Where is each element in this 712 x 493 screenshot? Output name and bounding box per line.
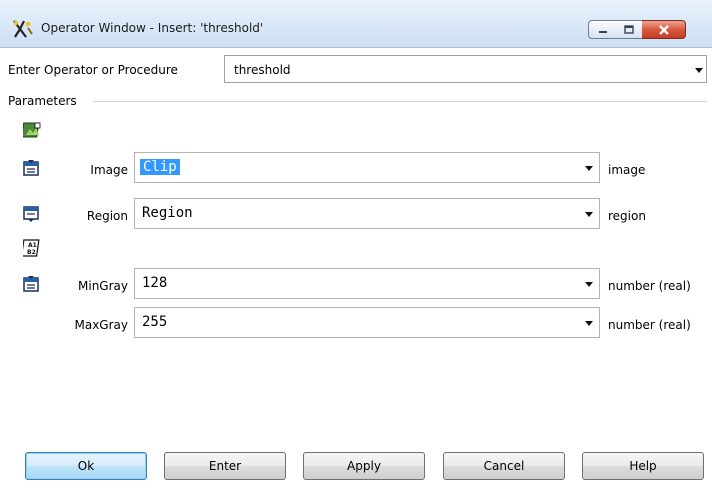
operator-combobox[interactable]: threshold: [224, 55, 707, 83]
svg-text:B2: B2: [27, 249, 36, 256]
maxgray-param-type: number (real): [608, 318, 691, 332]
region-param-label: Region: [86, 209, 128, 223]
iconic-objects-icon: [23, 122, 41, 138]
region-param-value: Region: [142, 205, 193, 221]
output-iconic-icon: [23, 206, 39, 222]
mingray-param-label: MinGray: [78, 279, 128, 293]
mingray-param-value: 128: [142, 275, 168, 291]
maxgray-param-value: 255: [142, 314, 168, 330]
chevron-down-icon[interactable]: [585, 212, 593, 217]
close-button[interactable]: [642, 20, 686, 39]
control-parameters-icon: A1 B2: [23, 239, 40, 257]
minimize-icon: [598, 30, 607, 33]
chevron-down-icon[interactable]: [695, 68, 703, 73]
svg-text:A1: A1: [28, 242, 37, 249]
chevron-down-icon[interactable]: [585, 321, 593, 326]
input-iconic-icon: [23, 160, 39, 176]
app-logo-icon: [13, 20, 33, 38]
minimize-button[interactable]: [588, 20, 617, 39]
input-control-icon: [23, 276, 39, 292]
operator-label: Enter Operator or Procedure: [8, 63, 178, 77]
maximize-button[interactable]: [616, 20, 643, 39]
enter-button[interactable]: Enter: [164, 452, 286, 480]
region-param-type: region: [608, 209, 646, 223]
image-param-label: Image: [90, 163, 128, 177]
window-title: Operator Window - Insert: 'threshold': [41, 21, 264, 35]
image-param-value: Clip: [140, 159, 180, 175]
maximize-icon: [624, 25, 634, 34]
help-button[interactable]: Help: [582, 452, 704, 480]
parameters-group-title: Parameters: [8, 94, 77, 108]
apply-button[interactable]: Apply: [303, 452, 425, 480]
chevron-down-icon[interactable]: [585, 166, 593, 171]
image-param-type: image: [608, 163, 646, 177]
cancel-button[interactable]: Cancel: [443, 452, 565, 480]
maxgray-param-label: MaxGray: [74, 318, 129, 332]
ok-button[interactable]: Ok: [25, 452, 147, 480]
mingray-param-type: number (real): [608, 279, 691, 293]
image-param-combobox[interactable]: Clip: [134, 152, 600, 183]
mingray-param-combobox[interactable]: 128: [134, 268, 600, 299]
chevron-down-icon[interactable]: [585, 282, 593, 287]
title-bar: Operator Window - Insert: 'threshold': [0, 0, 712, 48]
region-param-combobox[interactable]: Region: [134, 198, 600, 229]
close-icon: [658, 24, 669, 35]
group-divider: [93, 101, 707, 102]
operator-value: threshold: [234, 63, 291, 77]
maxgray-param-combobox[interactable]: 255: [134, 307, 600, 338]
